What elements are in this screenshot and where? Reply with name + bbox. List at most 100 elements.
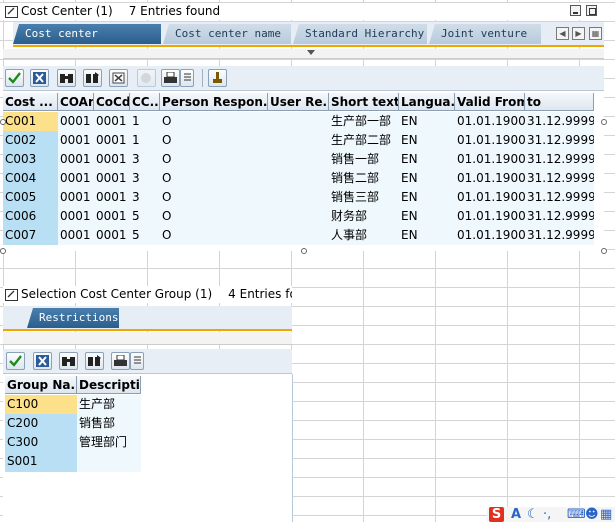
cell-lang: EN <box>401 190 418 204</box>
confirm-button[interactable] <box>6 352 25 370</box>
check-icon <box>9 355 22 367</box>
cell-person: O <box>162 228 172 242</box>
grid-icon[interactable]: ▦ <box>600 507 612 522</box>
tab-cost-center[interactable]: Cost center <box>13 24 161 44</box>
cell-to: 31.12.9999 <box>527 190 594 204</box>
resize-handle[interactable] <box>301 248 307 254</box>
col-header-valid-to[interactable]: to <box>525 93 594 111</box>
tab-cost-center-name[interactable]: Cost center name <box>163 24 291 44</box>
cancel-icon <box>36 355 49 367</box>
tab-scroll-right-icon[interactable]: ▶ <box>572 27 585 40</box>
list-icon <box>184 73 191 81</box>
col-header-cc[interactable]: CC... <box>130 93 160 111</box>
cell-from: 01.01.1900 <box>457 190 525 204</box>
cell-cost[interactable]: C003 <box>3 150 58 169</box>
sogou-logo-icon[interactable]: S <box>489 507 504 522</box>
cell-coar: 0001 <box>60 152 91 166</box>
toolbar-separator <box>202 69 203 87</box>
col-header-cost-center[interactable]: Cost ... <box>3 93 58 111</box>
cell-group[interactable]: C200 <box>5 414 77 433</box>
cell-cost[interactable]: C005 <box>3 188 58 207</box>
group-window-titlebar[interactable]: Selection Cost Center Group (1) 4 Entries… <box>3 286 292 303</box>
filter-button[interactable] <box>109 69 128 87</box>
col-header-group-name[interactable]: Group Na... <box>5 376 77 394</box>
cell-from: 01.01.1900 <box>457 209 525 223</box>
list-icon <box>134 356 141 364</box>
resize-handle[interactable] <box>601 119 607 125</box>
list-button[interactable] <box>180 69 194 87</box>
col-header-language[interactable]: Langua... <box>399 93 455 111</box>
cell-to: 31.12.9999 <box>527 133 594 147</box>
keyboard-icon[interactable]: ⌨ <box>567 507 586 522</box>
cell-group[interactable]: S001 <box>5 452 77 471</box>
cell-cc: 1 <box>132 114 140 128</box>
cost-center-window: Cost Center (1) 7 Entries found Cost cent… <box>0 3 607 254</box>
cell-cocd: 0001 <box>96 114 127 128</box>
tab-scroll-left-icon[interactable]: ◀ <box>556 27 569 40</box>
cell-from: 01.01.1900 <box>457 133 525 147</box>
col-header-coar[interactable]: COAr <box>58 93 94 111</box>
group-entries-found: 4 Entries four <box>228 287 292 301</box>
find-next-button[interactable] <box>83 69 102 87</box>
resize-handle[interactable] <box>0 119 6 125</box>
cell-group[interactable]: C100 <box>5 395 77 414</box>
cancel-button[interactable] <box>30 69 49 87</box>
tab-joint-venture[interactable]: Joint venture <box>429 24 541 44</box>
window-titlebar[interactable]: Cost Center (1) 7 Entries found <box>3 3 604 20</box>
cost-center-table: Cost ... COAr CoCd CC... Person Respon..… <box>3 91 604 251</box>
user-icon[interactable]: ☻ <box>585 507 599 522</box>
minimize-button[interactable] <box>570 5 581 16</box>
toolbar <box>3 66 604 91</box>
cell-group[interactable]: C300 <box>5 433 77 452</box>
moon-icon[interactable]: ☾ <box>527 507 539 522</box>
list-button[interactable] <box>130 352 144 370</box>
find-next-button[interactable] <box>85 352 104 370</box>
input-mode-icon[interactable]: A <box>511 507 521 522</box>
cell-cost[interactable]: C006 <box>3 207 58 226</box>
collapse-arrow-icon <box>307 50 315 55</box>
cell-coar: 0001 <box>60 190 91 204</box>
find-button[interactable] <box>59 352 78 370</box>
cell-cc: 5 <box>132 228 140 242</box>
cell-user <box>268 169 329 188</box>
cell-cocd: 0001 <box>96 190 127 204</box>
cell-cost[interactable]: C004 <box>3 169 58 188</box>
find-next-icon <box>86 72 99 83</box>
cell-cost[interactable]: C002 <box>3 131 58 150</box>
entries-found: 7 Entries found <box>128 4 221 18</box>
collapse-bar[interactable] <box>3 49 604 59</box>
cell-lang: EN <box>401 209 418 223</box>
col-header-user-responsible[interactable]: User Re... <box>268 93 329 111</box>
tab-restrictions[interactable]: Restrictions <box>27 308 119 328</box>
ime-toolbar: S A ☾ ·, ⌨ ☻ ▦ <box>487 507 615 522</box>
find-button[interactable] <box>57 69 76 87</box>
resize-handle[interactable] <box>0 248 6 254</box>
group-toolbar <box>3 349 292 374</box>
maximize-button[interactable] <box>586 5 597 16</box>
binoculars-icon <box>62 357 75 366</box>
confirm-button[interactable] <box>5 69 24 87</box>
print-icon <box>114 355 127 366</box>
col-header-cocd[interactable]: CoCd <box>94 93 130 111</box>
col-header-description[interactable]: Descripti... <box>77 376 141 394</box>
cell-from: 01.01.1900 <box>457 171 525 185</box>
col-header-person-responsible[interactable]: Person Respon... <box>160 93 268 111</box>
col-header-valid-from[interactable]: Valid From <box>455 93 525 111</box>
cell-cocd: 0001 <box>96 228 127 242</box>
cell-short: 人事部 <box>331 228 368 242</box>
cell-coar: 0001 <box>60 133 91 147</box>
cell-from: 01.01.1900 <box>457 114 525 128</box>
tab-list-icon[interactable]: ▦ <box>589 27 602 40</box>
col-header-short-text[interactable]: Short text <box>329 93 399 111</box>
print-button[interactable] <box>111 352 130 370</box>
info-button[interactable] <box>208 69 227 87</box>
cell-cost[interactable]: C007 <box>3 226 58 245</box>
print-button[interactable] <box>161 69 180 87</box>
tab-standard-hierarchy[interactable]: Standard Hierarchy <box>293 24 427 44</box>
cancel-button[interactable] <box>33 352 52 370</box>
cell-person: O <box>162 209 172 223</box>
cell-cost[interactable]: C001 <box>3 112 58 131</box>
resize-handle[interactable] <box>601 248 607 254</box>
cell-desc: 生产部 <box>79 397 116 411</box>
punctuation-icon[interactable]: ·, <box>543 507 551 522</box>
